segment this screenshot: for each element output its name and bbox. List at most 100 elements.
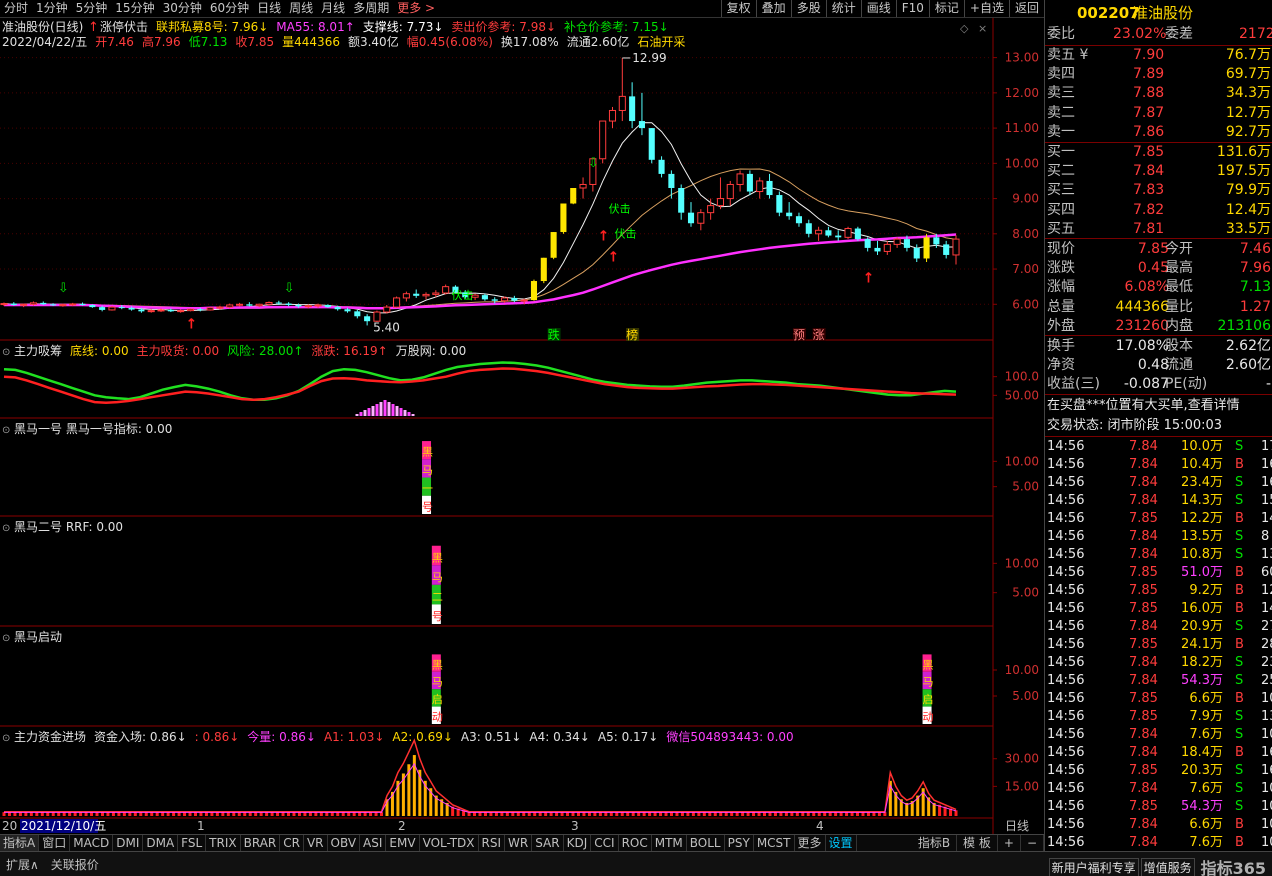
indicator-tab-22[interactable]: PSY	[725, 835, 754, 851]
candle-body	[89, 304, 96, 308]
indicator-tab-7[interactable]: BRAR	[241, 835, 281, 851]
indicator-tab-3[interactable]: DMI	[113, 835, 144, 851]
y-tick-label: 7.00	[1012, 262, 1039, 276]
candle-body	[314, 304, 322, 307]
ind1-y-tick: 50.00	[1005, 388, 1039, 402]
indicator-tab-11[interactable]: ASI	[360, 835, 387, 851]
buy-arrow-icon: ↑	[185, 316, 197, 332]
collapse-icon[interactable]: ⊙	[2, 523, 10, 534]
period-tab-7[interactable]: 周线	[285, 0, 317, 17]
candle-body	[599, 120, 607, 160]
indicator-tab-24[interactable]: 更多	[795, 835, 826, 851]
indicator-tab-9[interactable]: VR	[304, 835, 328, 851]
tabbar-right-1[interactable]: 模 板	[957, 835, 998, 851]
indicator-tab-25[interactable]: 设置	[826, 835, 857, 851]
ask-vol: 76.7万	[1225, 47, 1271, 63]
toolbar-btn-2[interactable]: 多股	[790, 0, 826, 17]
indicator-tab-10[interactable]: OBV	[328, 835, 361, 851]
indicator-tab-6[interactable]: TRIX	[206, 835, 241, 851]
accumulation-bar	[371, 406, 375, 416]
diamond-icon[interactable]: ◇	[960, 22, 969, 35]
ind4-bar-char: 黑	[923, 658, 934, 671]
indicator-tab-16[interactable]: SAR	[532, 835, 564, 851]
indicator-tab-12[interactable]: EMV	[386, 835, 420, 851]
collapse-icon[interactable]: ⊙	[2, 425, 10, 436]
trade-row: 14:567.857.9万S13	[1047, 709, 1272, 724]
period-tab-4[interactable]: 30分钟	[159, 0, 206, 17]
toolbar-btn-4[interactable]: 画线	[860, 0, 896, 17]
tabbar-right-2[interactable]: +	[998, 835, 1021, 851]
ad-service[interactable]: 增值服务	[1140, 857, 1195, 876]
collapse-icon[interactable]: ⊙	[2, 633, 10, 644]
indicator-tabbar: 指标A 窗口 MACD DMI DMA FSL TRIX BRAR CR VR OBV ASI EMV V…	[0, 834, 1044, 851]
x-axis-month: 2	[398, 819, 406, 833]
period-tab-9[interactable]: 多周期	[349, 0, 393, 17]
close-icon[interactable]: ×	[978, 22, 987, 35]
candle-body	[295, 304, 302, 307]
collapse-icon[interactable]: ⊙	[2, 347, 10, 358]
indicator-tab-23[interactable]: MCST	[754, 835, 795, 851]
indicator-tab-14[interactable]: RSI	[479, 835, 506, 851]
ind3-legend-item: 黑马二号 RRF: 0.00	[14, 520, 123, 534]
indicator-tab-8[interactable]: CR	[280, 835, 304, 851]
indicator-tab-4[interactable]: DMA	[143, 835, 179, 851]
period-tab-8[interactable]: 月线	[317, 0, 349, 17]
period-tab-1[interactable]: 1分钟	[32, 0, 72, 17]
period-tab-6[interactable]: 日线	[253, 0, 285, 17]
tabbar-right-0[interactable]: 指标B	[912, 835, 958, 851]
tabbar-right-3[interactable]: −	[1021, 835, 1044, 851]
toolbar-btn-7[interactable]: +自选	[963, 0, 1009, 17]
buy-arrow-icon: ↑	[863, 271, 875, 287]
trade-row: 14:567.8410.8万S13	[1047, 547, 1272, 562]
indicator-tab-20[interactable]: MTM	[652, 835, 687, 851]
candle-body	[79, 303, 86, 305]
period-tab-2[interactable]: 5分钟	[72, 0, 112, 17]
ad-new-user[interactable]: 新用户福利专享	[1048, 857, 1139, 876]
fuji-label-3: 伏击	[614, 226, 636, 240]
info-legend-item: 收7.85	[235, 35, 274, 49]
candle-body	[285, 303, 292, 305]
y-tick-label: 8.00	[1012, 227, 1039, 241]
bottom-bar: 扩展∧ 关联报价 新用户福利专享 增值服务 指标365	[0, 851, 1272, 876]
candle-body	[560, 203, 567, 233]
candle-body	[324, 304, 331, 308]
indicator-tab-1[interactable]: 窗口	[39, 835, 71, 851]
candle-body	[756, 180, 764, 193]
x-axis-prefix: 20	[2, 819, 17, 833]
toolbar-btn-5[interactable]: F10	[895, 0, 929, 17]
indicator-tab-15[interactable]: WR	[505, 835, 533, 851]
toolbar-btn-3[interactable]: 统计	[825, 0, 861, 17]
candle-body	[618, 95, 626, 111]
expand-button[interactable]: 扩展∧	[0, 856, 45, 873]
indicator-tab-5[interactable]: FSL	[178, 835, 207, 851]
trade-row: 14:567.8516.0万B14	[1047, 601, 1272, 616]
chart-close-icons[interactable]: ◇ ×	[960, 22, 987, 35]
indicator-tab-19[interactable]: ROC	[619, 835, 652, 851]
indicator-tab-2[interactable]: MACD	[70, 835, 114, 851]
chart-title: 准油股份(日线)	[2, 20, 83, 34]
event-badge: 跌	[548, 327, 560, 342]
period-tab-3[interactable]: 15分钟	[111, 0, 158, 17]
period-tab-10[interactable]: 更多 >	[393, 0, 439, 17]
indicator-tab-13[interactable]: VOL-TDX	[420, 835, 479, 851]
kline-chart[interactable]: 13.00 12.00 11.00 10.00 9.00 8.00 7.00 6.00 准油股份…	[0, 18, 1044, 834]
indicator-tab-21[interactable]: BOLL	[687, 835, 725, 851]
bid-row-2: 买三 7.83 79.9万	[1045, 181, 1272, 199]
indicator-tab-0[interactable]: 指标A	[0, 835, 40, 851]
period-tab-5[interactable]: 60分钟	[206, 0, 253, 17]
candle-body	[530, 281, 538, 301]
collapse-icon[interactable]: ⊙	[2, 733, 10, 744]
ask-row-3: 卖二 7.87 12.7万	[1045, 104, 1272, 122]
period-tab-0[interactable]: 分时	[0, 0, 32, 17]
toolbar-btn-1[interactable]: 叠加	[755, 0, 791, 17]
trade-row: 14:567.8554.3万S10	[1047, 799, 1272, 814]
toolbar-btn-6[interactable]: 标记	[928, 0, 964, 17]
notice-row[interactable]: 在买盘***位置有大买单,查看详情	[1045, 397, 1272, 415]
indicator-tab-18[interactable]: CCI	[591, 835, 619, 851]
stock-header: 002207 准油股份	[1045, 2, 1272, 24]
related-quote-button[interactable]: 关联报价	[45, 856, 105, 873]
indicator-tab-17[interactable]: KDJ	[564, 835, 592, 851]
toolbar-btn-0[interactable]: 复权	[720, 0, 756, 17]
x-axis-month: 1	[197, 819, 205, 833]
toolbar-btn-8[interactable]: 返回	[1008, 0, 1044, 17]
